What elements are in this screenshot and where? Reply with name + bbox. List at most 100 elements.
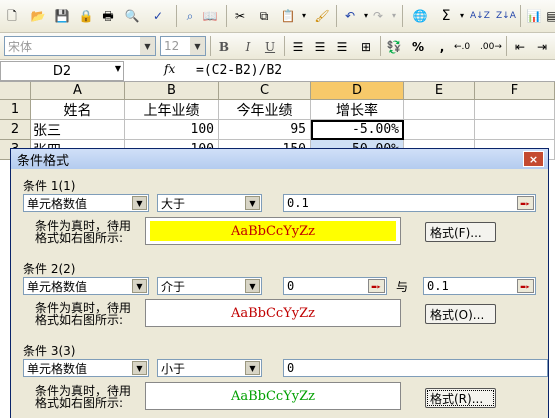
format-painter-icon[interactable]: 🖌 xyxy=(314,6,330,26)
drawing-icon[interactable]: ▤ xyxy=(544,6,555,26)
currency-icon[interactable]: 💱 xyxy=(386,37,402,57)
table-cell[interactable]: 今年业绩 xyxy=(219,100,311,120)
decrease-indent-icon[interactable]: ⇤ xyxy=(512,37,528,57)
condition-1-type-select[interactable]: 单元格数值 ▼ xyxy=(23,194,149,212)
condition-3-type-select[interactable]: 单元格数值 ▼ xyxy=(23,359,149,377)
select-all-corner[interactable] xyxy=(0,82,31,100)
table-cell[interactable]: 100 xyxy=(125,120,219,140)
condition-1-format-button[interactable]: 格式(F)... xyxy=(425,222,496,242)
save-icon[interactable]: 💾 xyxy=(54,6,70,26)
permission-icon[interactable]: 🔒 xyxy=(78,6,94,26)
sort-ascending-icon[interactable]: A↓Z xyxy=(470,6,490,26)
align-left-icon[interactable]: ☰ xyxy=(290,37,306,57)
merge-center-icon[interactable]: ⊞ xyxy=(358,37,374,57)
column-header-selected[interactable]: D xyxy=(311,82,404,100)
align-center-icon[interactable]: ☰ xyxy=(312,37,328,57)
redo-icon[interactable]: ↷ xyxy=(370,6,386,26)
italic-button[interactable]: I xyxy=(240,37,256,57)
autosum-icon[interactable]: Σ xyxy=(438,6,454,26)
table-cell[interactable] xyxy=(475,100,555,120)
condition-2-description: 条件为真时，待用 格式如右图所示: xyxy=(35,302,131,326)
table-cell[interactable]: 95 xyxy=(219,120,311,140)
dialog-titlebar[interactable]: 条件格式 × xyxy=(11,149,548,169)
condition-3-label: 条件 3(3) xyxy=(23,344,76,358)
table-cell[interactable]: 姓名 xyxy=(31,100,125,120)
name-box[interactable]: D2 ▼ xyxy=(0,61,124,81)
collapse-dialog-icon[interactable]: ▬▸ xyxy=(368,279,385,293)
condition-3-description: 条件为真时，待用 格式如右图所示: xyxy=(35,385,131,409)
condition-3-format-button[interactable]: 格式(R)... xyxy=(425,388,496,408)
condition-3-operator-select[interactable]: 小于 ▼ xyxy=(157,359,262,377)
open-icon[interactable]: 📂 xyxy=(30,6,46,26)
print-preview-icon[interactable]: 🔍 xyxy=(124,6,140,26)
condition-2-label: 条件 2(2) xyxy=(23,262,76,276)
underline-button[interactable]: U xyxy=(262,37,278,57)
chart-wizard-icon[interactable]: 📊 xyxy=(526,6,542,26)
align-right-icon[interactable]: ☰ xyxy=(334,37,350,57)
condition-2-value2-input[interactable]: 0.1 ▬▸ xyxy=(423,277,536,295)
table-cell[interactable]: 增长率 xyxy=(311,100,404,120)
row-header[interactable]: 2 xyxy=(0,120,31,140)
chevron-down-icon[interactable]: ▼ xyxy=(245,279,260,293)
paste-icon[interactable]: 📋 xyxy=(280,6,296,26)
print-icon[interactable]: 🖶 xyxy=(100,6,116,26)
separator xyxy=(506,36,507,56)
condition-3-value: 0 xyxy=(287,361,295,375)
description-line: 格式如右图所示: xyxy=(35,396,124,410)
spelling-icon[interactable]: ✓ xyxy=(150,6,166,26)
research-icon[interactable]: ⌕ xyxy=(182,6,198,26)
font-size-combo[interactable]: 12 ▼ xyxy=(160,36,206,56)
comma-style-button[interactable]: , xyxy=(434,37,450,57)
sort-descending-icon[interactable]: Z↓A xyxy=(496,6,516,26)
chevron-down-icon[interactable]: ▼ xyxy=(245,196,260,210)
chevron-down-icon[interactable]: ▼ xyxy=(132,279,147,293)
paste-dropdown-icon[interactable]: ▾ xyxy=(296,6,312,26)
column-header[interactable]: A xyxy=(31,82,125,100)
percent-button[interactable]: % xyxy=(410,37,426,57)
condition-1-operator-select[interactable]: 大于 ▼ xyxy=(157,194,262,212)
undo-icon[interactable]: ↶ xyxy=(342,6,358,26)
increase-indent-icon[interactable]: ⇥ xyxy=(534,37,550,57)
condition-1-description: 条件为真时，待用 格式如右图所示: xyxy=(35,220,131,244)
condition-2-value1-input[interactable]: 0 ▬▸ xyxy=(283,277,387,295)
condition-2-type-select[interactable]: 单元格数值 ▼ xyxy=(23,277,149,295)
active-cell[interactable]: -5.00% xyxy=(311,120,404,140)
bold-button[interactable]: B xyxy=(216,37,232,57)
font-name-combo[interactable]: 宋体 ▼ xyxy=(4,36,156,56)
table-cell[interactable] xyxy=(404,100,475,120)
autosum-dropdown-icon[interactable]: ▾ xyxy=(454,6,470,26)
insert-function-icon[interactable]: fx xyxy=(164,62,175,76)
chevron-down-icon[interactable]: ▼ xyxy=(132,196,147,210)
research-book-icon[interactable]: 📖 xyxy=(202,6,218,26)
copy-icon[interactable]: ⧉ xyxy=(256,6,272,26)
table-cell[interactable] xyxy=(475,120,555,140)
table-cell[interactable]: 上年业绩 xyxy=(125,100,219,120)
collapse-dialog-icon[interactable]: ▬▸ xyxy=(517,196,534,210)
increase-decimal-icon[interactable]: ←.0 xyxy=(454,37,470,57)
chevron-down-icon[interactable]: ▼ xyxy=(245,361,260,375)
condition-3-value-input[interactable]: 0 xyxy=(283,359,548,377)
decrease-decimal-icon[interactable]: .00→ xyxy=(480,37,502,57)
chevron-down-icon[interactable]: ▼ xyxy=(115,64,121,73)
hyperlink-icon[interactable]: 🌐 xyxy=(412,6,428,26)
condition-1-value-input[interactable]: 0.1 ▬▸ xyxy=(283,194,536,212)
redo-dropdown-icon[interactable]: ▾ xyxy=(386,6,402,26)
cut-icon[interactable]: ✂ xyxy=(232,6,248,26)
row-header[interactable]: 1 xyxy=(0,100,31,120)
table-cell[interactable] xyxy=(404,120,475,140)
new-icon[interactable]: 🗋 xyxy=(4,6,20,26)
column-header[interactable]: C xyxy=(219,82,311,100)
column-header[interactable]: F xyxy=(475,82,555,100)
collapse-dialog-icon[interactable]: ▬▸ xyxy=(517,279,534,293)
separator xyxy=(402,5,403,27)
chevron-down-icon[interactable]: ▼ xyxy=(140,37,155,55)
table-cell[interactable]: 张三 xyxy=(31,120,125,140)
chevron-down-icon[interactable]: ▼ xyxy=(190,37,205,55)
condition-2-operator-select[interactable]: 介于 ▼ xyxy=(157,277,262,295)
condition-2-format-button[interactable]: 格式(O)... xyxy=(425,304,496,324)
column-header[interactable]: E xyxy=(404,82,475,100)
chevron-down-icon[interactable]: ▼ xyxy=(132,361,147,375)
column-header[interactable]: B xyxy=(125,82,219,100)
close-icon[interactable]: × xyxy=(523,151,544,167)
formula-input[interactable]: =(C2-B2)/B2 xyxy=(196,63,282,78)
